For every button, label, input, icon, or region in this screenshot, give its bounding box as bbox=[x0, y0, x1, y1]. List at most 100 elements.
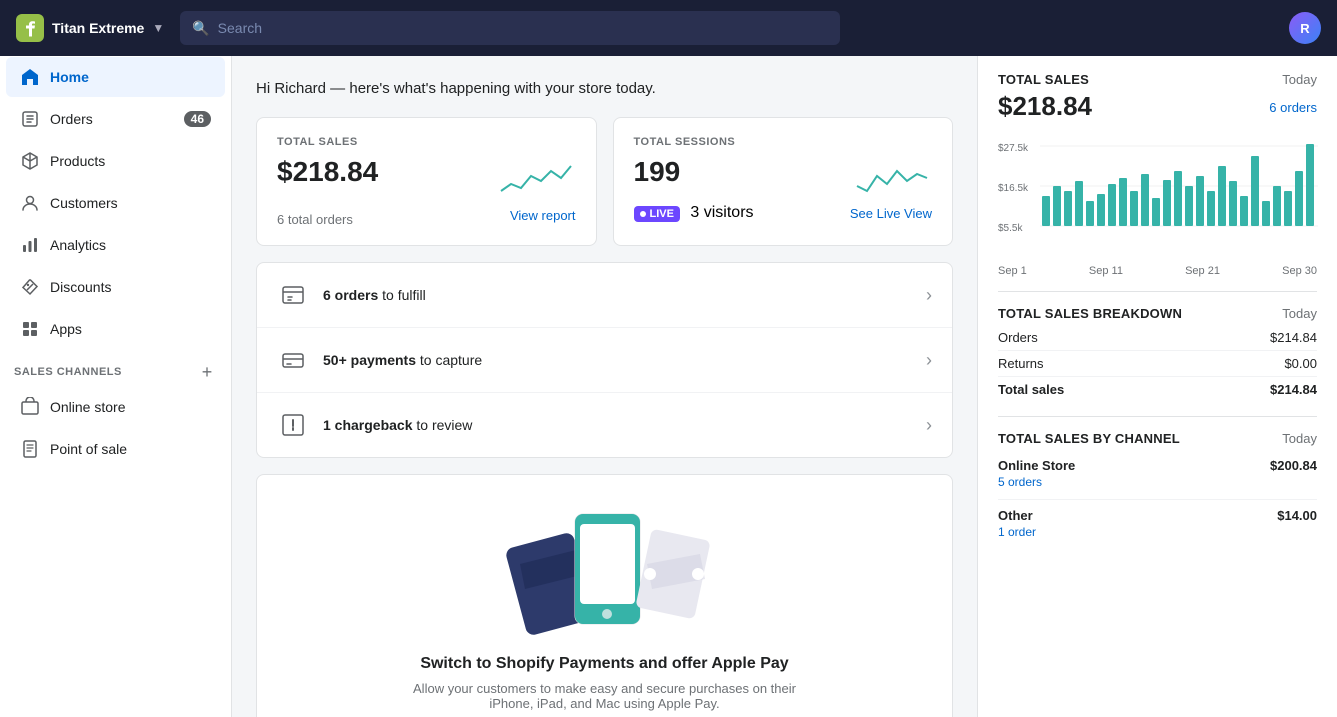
sales-bar-chart: $27.5k $16.5k $5.5k bbox=[998, 136, 1318, 256]
breakdown-today: Today bbox=[1282, 306, 1317, 321]
sidebar-item-discounts[interactable]: Discounts bbox=[6, 267, 225, 307]
live-dot bbox=[640, 211, 646, 217]
divider-2 bbox=[998, 416, 1317, 417]
svg-text:$5.5k: $5.5k bbox=[998, 223, 1023, 234]
channel-online-store-orders: 5 orders bbox=[998, 475, 1042, 489]
search-input[interactable] bbox=[218, 20, 829, 36]
action-chargeback-text: 1 chargeback to review bbox=[323, 417, 912, 433]
sidebar-discounts-label: Discounts bbox=[50, 279, 111, 295]
sidebar-orders-label: Orders bbox=[50, 111, 93, 127]
live-label: LIVE bbox=[650, 208, 674, 220]
breakdown-total-label: Total sales bbox=[998, 382, 1064, 397]
action-fulfill-rest: to fulfill bbox=[378, 287, 425, 303]
sidebar-item-point-of-sale[interactable]: Point of sale bbox=[6, 429, 225, 469]
greeting: Hi Richard — here's what's happening wit… bbox=[256, 80, 953, 97]
action-payments-rest: to capture bbox=[416, 352, 482, 368]
sidebar-item-analytics[interactable]: Analytics bbox=[6, 225, 225, 265]
svg-text:$16.5k: $16.5k bbox=[998, 183, 1029, 194]
action-fulfill[interactable]: 6 orders to fulfill › bbox=[257, 263, 952, 328]
promo-title: Switch to Shopify Payments and offer App… bbox=[277, 655, 932, 673]
panel-total-sales-value-row: $218.84 6 orders bbox=[998, 91, 1317, 124]
store-logo[interactable]: Titan Extreme ▼ bbox=[16, 14, 164, 42]
total-sales-footer: 6 total orders View report bbox=[277, 204, 576, 227]
see-live-view-link[interactable]: See Live View bbox=[850, 206, 932, 221]
sidebar-item-home[interactable]: Home bbox=[6, 57, 225, 97]
home-icon bbox=[20, 67, 40, 87]
sidebar-item-online-store[interactable]: Online store bbox=[6, 387, 225, 427]
sidebar-item-orders[interactable]: Orders 46 bbox=[6, 99, 225, 139]
action-fulfill-text: 6 orders to fulfill bbox=[323, 287, 912, 303]
divider-1 bbox=[998, 291, 1317, 292]
discounts-icon bbox=[20, 277, 40, 297]
action-chargeback-rest: to review bbox=[413, 417, 473, 433]
sidebar-item-products[interactable]: Products bbox=[6, 141, 225, 181]
point-of-sale-label: Point of sale bbox=[50, 441, 127, 457]
action-list: 6 orders to fulfill › 50+ payments to ca… bbox=[256, 262, 953, 458]
main-content: Hi Richard — here's what's happening wit… bbox=[232, 56, 977, 717]
chevron-right-icon-fulfill: › bbox=[926, 285, 932, 306]
search-icon: 🔍 bbox=[192, 20, 209, 37]
total-orders-sub: 6 total orders bbox=[277, 212, 353, 227]
total-sessions-chart bbox=[852, 156, 932, 196]
payments-icon bbox=[277, 344, 309, 376]
channel-other-amount: $14.00 bbox=[1277, 508, 1317, 523]
body: Home Orders 46 Products bbox=[0, 56, 1337, 717]
avatar[interactable]: R bbox=[1289, 12, 1321, 44]
chart-x-sep1: Sep 1 bbox=[998, 265, 1027, 277]
action-payments-text: 50+ payments to capture bbox=[323, 352, 912, 368]
panel-total-sales-value: $218.84 bbox=[998, 91, 1092, 122]
chevron-right-icon-payments: › bbox=[926, 350, 932, 371]
panel-total-sales-title: TOTAL SALES bbox=[998, 72, 1089, 87]
topbar: Titan Extreme ▼ 🔍 R bbox=[0, 0, 1337, 56]
point-of-sale-icon bbox=[20, 439, 40, 459]
store-name: Titan Extreme bbox=[52, 20, 144, 36]
sidebar-item-apps[interactable]: Apps bbox=[6, 309, 225, 349]
action-chargeback-bold: 1 chargeback bbox=[323, 417, 413, 433]
fulfill-icon bbox=[277, 279, 309, 311]
live-badge: LIVE bbox=[634, 206, 680, 222]
orders-icon bbox=[20, 109, 40, 129]
sales-channels-title: SALES CHANNELS bbox=[14, 366, 122, 378]
add-channel-button[interactable]: + bbox=[197, 362, 217, 382]
analytics-icon bbox=[20, 235, 40, 255]
right-panel: TOTAL SALES Today $218.84 6 orders $27.5… bbox=[977, 56, 1337, 717]
topbar-right: R bbox=[1289, 12, 1321, 44]
sidebar-item-customers[interactable]: Customers bbox=[6, 183, 225, 223]
total-sales-value: $218.84 bbox=[277, 156, 378, 188]
action-payments-bold: 50+ payments bbox=[323, 352, 416, 368]
chart-x-sep11: Sep 11 bbox=[1089, 265, 1123, 277]
svg-text:$27.5k: $27.5k bbox=[998, 143, 1029, 154]
channel-online-store: Online Store $200.84 5 orders bbox=[998, 450, 1317, 500]
action-payments[interactable]: 50+ payments to capture › bbox=[257, 328, 952, 393]
action-chargeback[interactable]: 1 chargeback to review › bbox=[257, 393, 952, 457]
sidebar-customers-label: Customers bbox=[50, 195, 118, 211]
channel-other-orders: 1 order bbox=[998, 525, 1036, 539]
panel-total-sales-header: TOTAL SALES Today bbox=[998, 72, 1317, 87]
breakdown-total-row: Total sales $214.84 bbox=[998, 377, 1317, 402]
orders-badge: 46 bbox=[184, 111, 211, 127]
sales-chart-container: $27.5k $16.5k $5.5k bbox=[998, 136, 1317, 277]
channel-online-store-amount: $200.84 bbox=[1270, 458, 1317, 473]
total-sales-chart bbox=[496, 156, 576, 196]
breakdown-section: TOTAL SALES BREAKDOWN Today Orders $214.… bbox=[998, 306, 1317, 402]
view-report-link[interactable]: View report bbox=[510, 208, 576, 223]
breakdown-returns-value: $0.00 bbox=[1284, 356, 1317, 371]
sidebar-apps-label: Apps bbox=[50, 321, 82, 337]
by-channel-section: TOTAL SALES BY CHANNEL Today Online Stor… bbox=[998, 431, 1317, 549]
panel-total-sales-today: Today bbox=[1282, 72, 1317, 87]
sidebar-analytics-label: Analytics bbox=[50, 237, 106, 253]
total-sessions-label: TOTAL SESSIONS bbox=[634, 136, 933, 148]
online-store-label: Online store bbox=[50, 399, 125, 415]
channel-other: Other $14.00 1 order bbox=[998, 500, 1317, 549]
customers-icon bbox=[20, 193, 40, 213]
visitors-count: 3 visitors bbox=[690, 204, 753, 221]
products-icon bbox=[20, 151, 40, 171]
breakdown-orders-label: Orders bbox=[998, 330, 1038, 345]
chevron-right-icon-chargeback: › bbox=[926, 415, 932, 436]
sidebar: Home Orders 46 Products bbox=[0, 56, 232, 717]
apps-icon bbox=[20, 319, 40, 339]
channel-other-name: Other bbox=[998, 508, 1033, 523]
panel-orders-count: 6 orders bbox=[1269, 100, 1317, 115]
total-sales-label: TOTAL SALES bbox=[277, 136, 576, 148]
search-bar[interactable]: 🔍 bbox=[180, 11, 840, 45]
